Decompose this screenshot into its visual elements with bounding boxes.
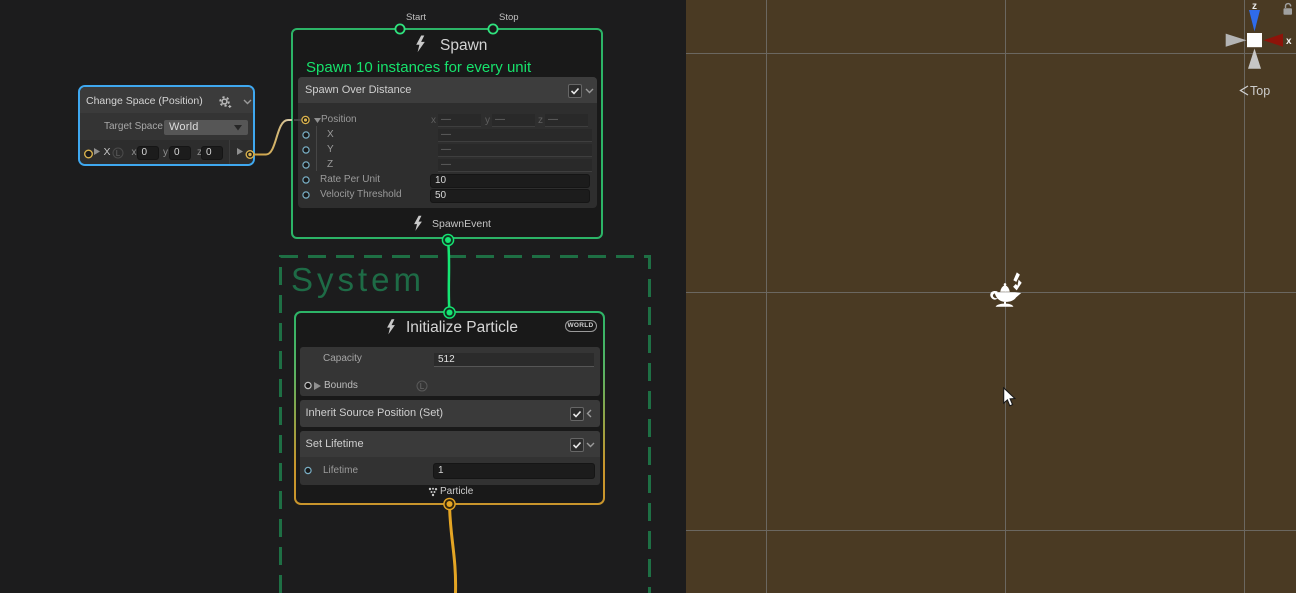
svg-text:x: x <box>1286 36 1292 47</box>
